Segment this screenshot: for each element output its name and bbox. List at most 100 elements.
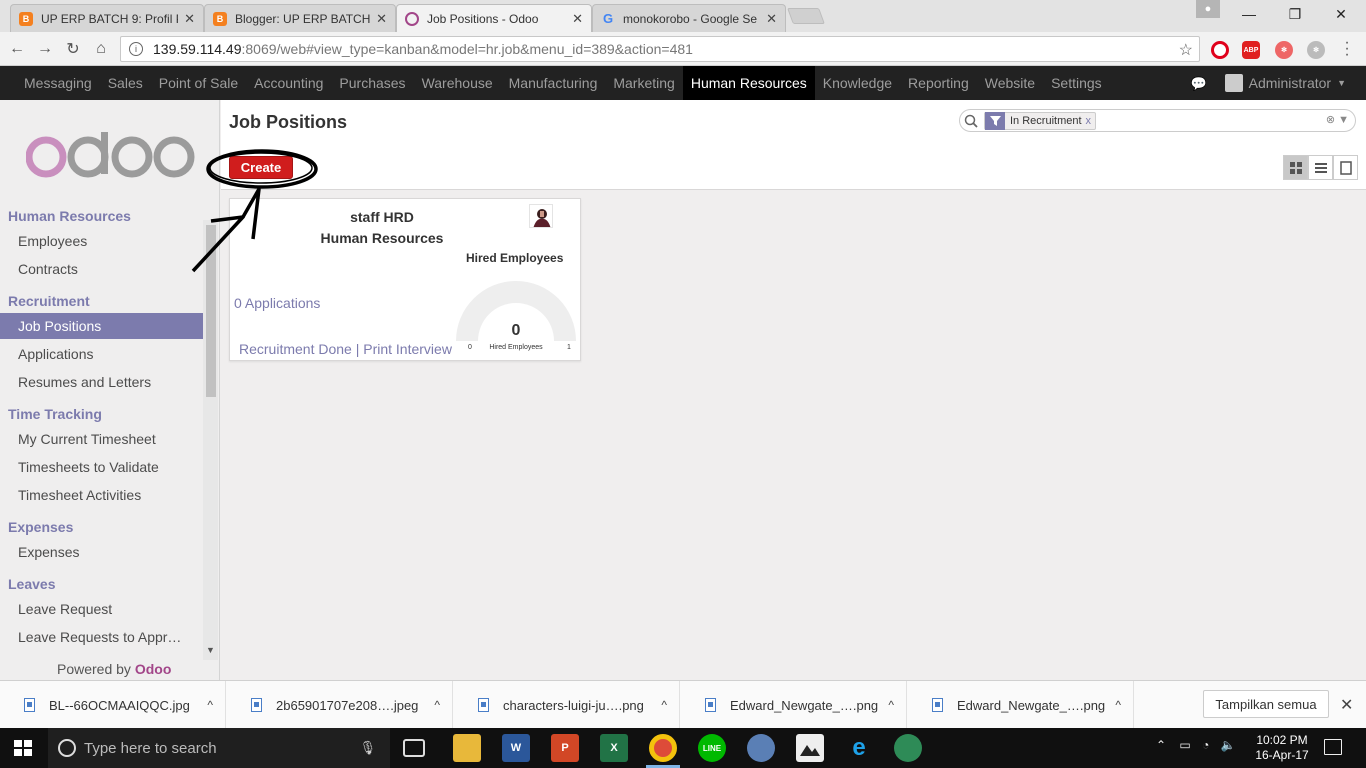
minimize-icon[interactable]: —: [1226, 0, 1272, 28]
tab-google[interactable]: G monokorobo - Google Se ✕: [592, 4, 786, 32]
sidebar-item-timesheets-validate[interactable]: Timesheets to Validate: [0, 454, 203, 480]
sidebar-item-job-positions[interactable]: Job Positions: [0, 313, 203, 339]
scroll-down-icon[interactable]: ▼: [206, 645, 215, 668]
sidebar-item-current-timesheet[interactable]: My Current Timesheet: [0, 426, 203, 452]
download-manager-icon[interactable]: [894, 734, 922, 762]
sidebar-item-leave-requests-approve[interactable]: Leave Requests to Appr…: [0, 624, 203, 650]
chrome-menu-icon[interactable]: · · ·: [1342, 35, 1352, 63]
card-actions[interactable]: Recruitment Done | Print Interview: [239, 341, 452, 357]
extension-icon[interactable]: ✻: [1307, 41, 1325, 59]
menu-knowledge[interactable]: Knowledge: [815, 66, 900, 100]
chevron-up-icon[interactable]: ^: [207, 698, 213, 712]
chevron-down-icon[interactable]: ▼: [1338, 114, 1349, 126]
reload-icon[interactable]: ↻: [62, 38, 84, 60]
download-item[interactable]: Edward_Newgate_….png ^: [908, 681, 1134, 729]
new-tab-button[interactable]: [787, 8, 825, 24]
menu-website[interactable]: Website: [977, 66, 1043, 100]
chrome-icon[interactable]: [649, 734, 677, 762]
download-item[interactable]: BL--66OCMAAIQQC.jpg ^: [0, 681, 226, 729]
menu-sales[interactable]: Sales: [100, 66, 151, 100]
internet-explorer-icon[interactable]: e: [845, 734, 873, 762]
paint-icon[interactable]: [747, 734, 775, 762]
microphone-icon[interactable]: 🎙: [359, 740, 376, 756]
sidebar-item-timesheet-activities[interactable]: Timesheet Activities: [0, 482, 203, 508]
kanban-view-button[interactable]: [1283, 155, 1308, 180]
restore-icon[interactable]: ❐: [1272, 0, 1318, 28]
tab-profil[interactable]: B UP ERP BATCH 9: Profil P ✕: [10, 4, 204, 32]
user-menu[interactable]: Administrator: [1249, 75, 1331, 91]
menu-settings[interactable]: Settings: [1043, 66, 1110, 100]
search-input[interactable]: In Recruitment x ⊗ ▼: [959, 109, 1356, 132]
applications-link[interactable]: 0 Applications: [234, 295, 320, 311]
extension-icon[interactable]: ✻: [1275, 41, 1293, 59]
system-tray[interactable]: ⌃ ▭ ◔ 🔈: [1156, 738, 1236, 752]
download-item[interactable]: Edward_Newgate_….png ^: [681, 681, 907, 729]
file-explorer-icon[interactable]: [453, 734, 481, 762]
sidebar-item-resumes[interactable]: Resumes and Letters: [0, 369, 203, 395]
form-view-button[interactable]: [1333, 155, 1358, 180]
word-icon[interactable]: W: [502, 734, 530, 762]
menu-messaging[interactable]: Messaging: [16, 66, 100, 100]
powerpoint-icon[interactable]: P: [551, 734, 579, 762]
sidebar-item-leave-request[interactable]: Leave Request: [0, 596, 203, 622]
menu-human-resources[interactable]: Human Resources: [682, 66, 815, 100]
info-icon[interactable]: i: [129, 42, 143, 56]
forward-icon[interactable]: →: [34, 38, 56, 60]
chat-icon[interactable]: 💬: [1191, 76, 1209, 91]
download-item[interactable]: characters-luigi-ju….png ^: [454, 681, 680, 729]
photos-icon[interactable]: [796, 734, 824, 762]
sidebar-scrollbar[interactable]: ▼: [203, 220, 218, 660]
sidebar-item-applications[interactable]: Applications: [0, 341, 203, 367]
close-icon[interactable]: ✕: [1340, 695, 1353, 715]
odoo-link[interactable]: Odoo: [135, 661, 172, 677]
menu-warehouse[interactable]: Warehouse: [414, 66, 501, 100]
notification-icon[interactable]: [1324, 739, 1342, 755]
adblock-icon[interactable]: ABP: [1242, 41, 1260, 59]
windows-start-icon[interactable]: [14, 740, 32, 756]
close-tab-icon[interactable]: ✕: [184, 11, 195, 27]
close-tab-icon[interactable]: ✕: [376, 11, 387, 27]
line-icon[interactable]: LINE: [698, 734, 726, 762]
menu-purchases[interactable]: Purchases: [331, 66, 413, 100]
battery-icon[interactable]: ▭: [1179, 738, 1190, 752]
excel-icon[interactable]: X: [600, 734, 628, 762]
clear-icon[interactable]: ⊗: [1326, 114, 1335, 126]
menu-marketing[interactable]: Marketing: [605, 66, 682, 100]
task-view-icon[interactable]: [403, 739, 425, 757]
bookmark-star-icon[interactable]: ☆: [1179, 40, 1193, 60]
chevron-up-icon[interactable]: ^: [888, 698, 894, 712]
chevron-up-icon[interactable]: ^: [661, 698, 667, 712]
back-icon[interactable]: ←: [6, 38, 28, 60]
show-all-downloads-button[interactable]: Tampilkan semua: [1203, 690, 1329, 718]
address-bar[interactable]: i 139.59.114.49:8069/web#view_type=kanba…: [120, 36, 1200, 62]
download-item[interactable]: 2b65901707e208….jpeg ^: [227, 681, 453, 729]
list-view-button[interactable]: [1308, 155, 1333, 180]
home-icon[interactable]: ⌂: [90, 38, 112, 60]
image-file-icon: [24, 698, 35, 712]
taskbar-search[interactable]: Type here to search 🎙: [48, 728, 390, 768]
menu-accounting[interactable]: Accounting: [246, 66, 331, 100]
close-tab-icon[interactable]: ✕: [766, 11, 777, 27]
menu-reporting[interactable]: Reporting: [900, 66, 977, 100]
chevron-up-icon[interactable]: ^: [434, 698, 440, 712]
profile-icon[interactable]: ●: [1196, 0, 1220, 18]
menu-point-of-sale[interactable]: Point of Sale: [151, 66, 246, 100]
volume-icon[interactable]: 🔈: [1221, 738, 1236, 752]
wifi-icon[interactable]: ◔: [1202, 738, 1209, 752]
chevron-up-icon[interactable]: ^: [1115, 698, 1121, 712]
clock[interactable]: 10:02 PM 16-Apr-17: [1250, 733, 1314, 763]
close-window-icon[interactable]: ✕: [1318, 0, 1364, 28]
menu-manufacturing[interactable]: Manufacturing: [501, 66, 606, 100]
opera-icon[interactable]: [1211, 41, 1229, 59]
sidebar-item-employees[interactable]: Employees: [0, 228, 203, 254]
avatar[interactable]: [1224, 74, 1243, 92]
tab-blogger[interactable]: B Blogger: UP ERP BATCH 9 ✕: [204, 4, 396, 32]
sidebar-item-expenses[interactable]: Expenses: [0, 539, 203, 565]
caret-down-icon[interactable]: ▼: [1337, 78, 1346, 88]
search-options[interactable]: ⊗ ▼: [1326, 113, 1349, 126]
sidebar-item-contracts[interactable]: Contracts: [0, 256, 203, 282]
facet-remove-icon[interactable]: x: [1086, 115, 1092, 127]
chevron-up-icon[interactable]: ⌃: [1156, 738, 1166, 752]
close-tab-icon[interactable]: ✕: [572, 11, 583, 27]
tab-job-positions[interactable]: Job Positions - Odoo ✕: [396, 4, 592, 32]
